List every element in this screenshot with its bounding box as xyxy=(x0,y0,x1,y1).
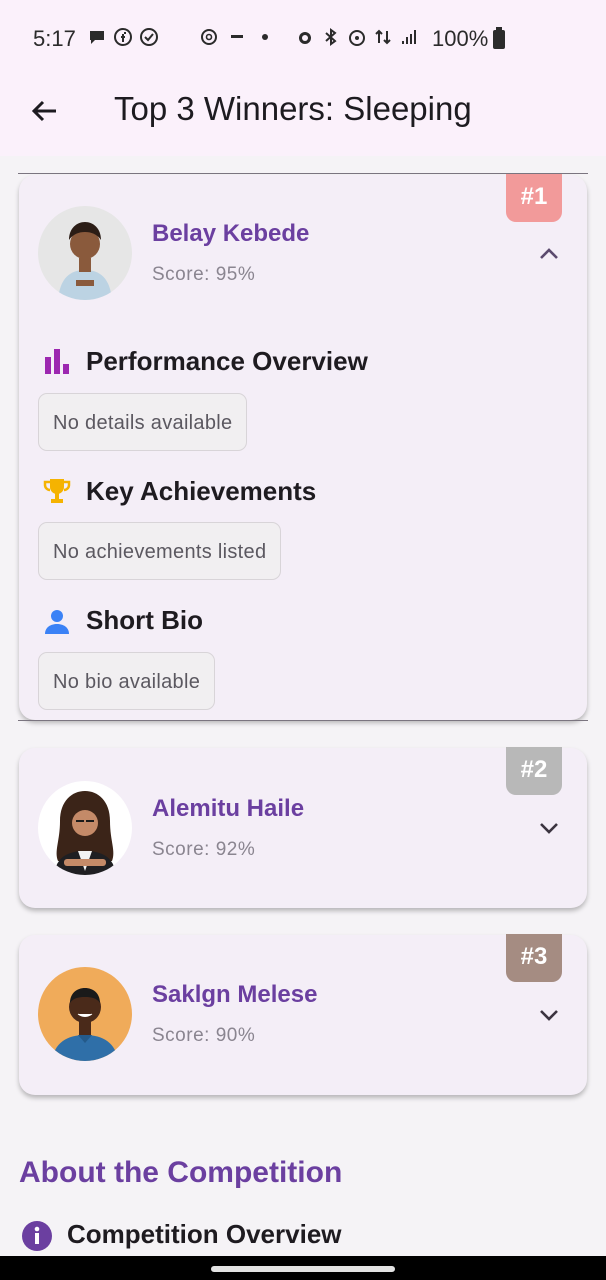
threads-icon xyxy=(201,29,217,45)
avatar xyxy=(38,206,132,300)
page-title: Top 3 Winners: Sleeping xyxy=(114,90,472,127)
data-arrows-icon xyxy=(375,29,391,45)
battery-percent: 100% xyxy=(432,26,489,51)
dot-icon xyxy=(262,34,268,40)
winner-card-1[interactable]: #1 Belay Kebede Score: 95% Performance O… xyxy=(19,174,587,720)
about-title: About the Competition xyxy=(19,1156,343,1189)
winner-name: Belay Kebede xyxy=(152,220,310,247)
app-bar: Top 3 Winners: Sleeping xyxy=(0,80,606,156)
chevron-down-icon[interactable] xyxy=(538,821,560,835)
signal-icon xyxy=(402,30,416,44)
info-icon xyxy=(22,1221,52,1251)
bluetooth-icon xyxy=(325,28,337,46)
rank-badge: #3 xyxy=(506,934,562,982)
key-achievements-value: No achievements listed xyxy=(38,522,282,580)
battery-icon xyxy=(493,27,505,49)
facebook-icon xyxy=(114,28,132,46)
status-bar: 5:17 100% xyxy=(0,0,606,80)
chat-icon xyxy=(90,31,104,44)
back-arrow-icon[interactable] xyxy=(28,94,62,128)
notification-icons xyxy=(88,28,158,46)
chevron-down-icon[interactable] xyxy=(538,1008,560,1022)
divider xyxy=(18,720,588,721)
winner-card-2[interactable]: #2 Alemitu Haile Score: 92% xyxy=(19,747,587,908)
app-small-icon xyxy=(231,35,243,38)
bar-chart-icon xyxy=(45,349,69,374)
hotspot-icon xyxy=(349,30,365,46)
key-achievements-title: Key Achievements xyxy=(86,476,317,506)
check-circle-icon xyxy=(140,28,158,46)
winner-name: Alemitu Haile xyxy=(152,795,305,822)
rank-badge: #1 xyxy=(506,174,562,222)
short-bio-title: Short Bio xyxy=(86,605,203,635)
winner-name: Saklgn Melese xyxy=(152,981,318,1008)
competition-overview-title: Competition Overview xyxy=(67,1219,342,1249)
alarm-icon xyxy=(299,32,311,44)
avatar xyxy=(38,781,132,875)
person-icon xyxy=(45,610,69,634)
winner-score: Score: 92% xyxy=(152,839,256,860)
rank-badge: #2 xyxy=(506,747,562,795)
trophy-icon xyxy=(43,479,71,503)
performance-overview-value: No details available xyxy=(38,393,248,451)
winner-card-3[interactable]: #3 Saklgn Melese Score: 90% xyxy=(19,934,587,1095)
winner-score: Score: 95% xyxy=(152,264,256,285)
divider xyxy=(18,173,588,174)
chevron-up-icon[interactable] xyxy=(538,247,560,261)
home-handle[interactable] xyxy=(211,1266,395,1272)
avatar xyxy=(38,967,132,1061)
system-icons xyxy=(296,28,418,46)
performance-overview-title: Performance Overview xyxy=(86,346,368,376)
short-bio-value: No bio available xyxy=(38,652,216,710)
winner-score: Score: 90% xyxy=(152,1025,256,1046)
app-icons xyxy=(200,28,274,46)
status-time: 5:17 xyxy=(33,26,76,51)
